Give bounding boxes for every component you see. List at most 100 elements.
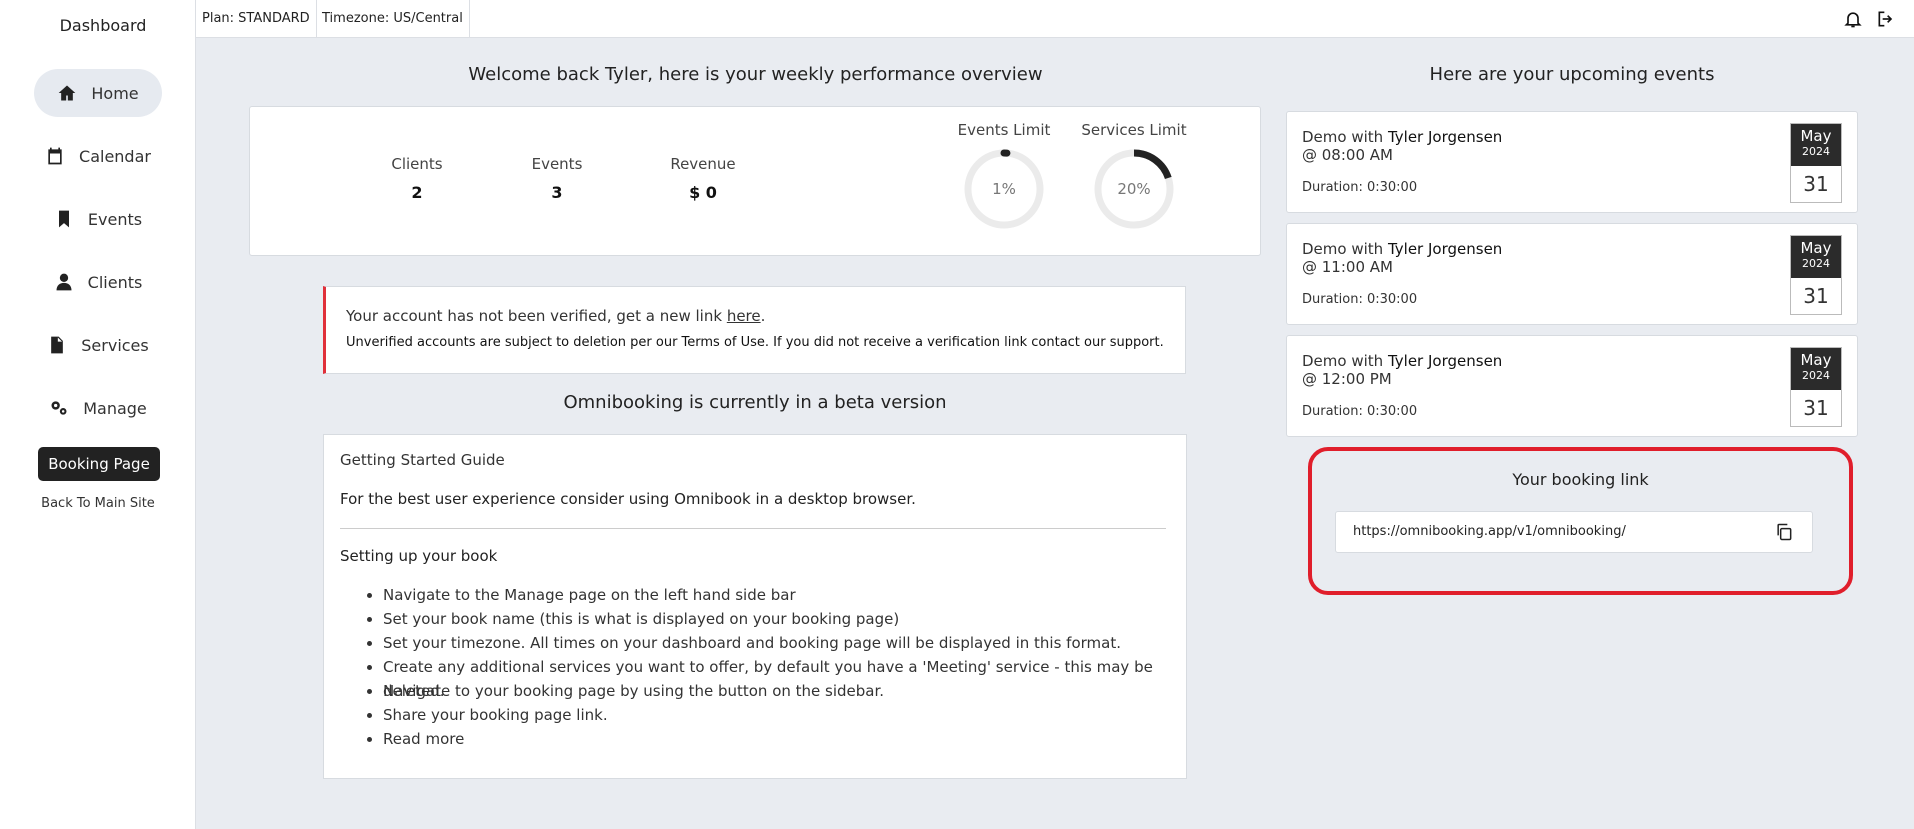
bookmark-icon [58, 210, 69, 228]
event-month: May [1800, 351, 1832, 369]
event-title: Demo with Tyler Jorgensen [1302, 240, 1502, 258]
event-title: Demo with Tyler Jorgensen [1302, 128, 1502, 146]
event-title: Demo with Tyler Jorgensen [1302, 352, 1502, 370]
copy-icon[interactable] [1774, 522, 1794, 542]
alert-text: Your account has not been verified, get … [346, 307, 723, 325]
event-duration: Duration: 0:30:00 [1302, 180, 1418, 195]
sidebar-item-events[interactable]: Events [34, 195, 162, 243]
event-client: Tyler Jorgensen [1387, 352, 1503, 370]
event-card[interactable]: Demo with Tyler Jorgensen @ 12:00 PM Dur… [1286, 335, 1858, 437]
guide-title: Getting Started Guide [340, 451, 505, 469]
event-client: Tyler Jorgensen [1387, 128, 1503, 146]
calendar-icon [48, 147, 62, 165]
event-year: 2024 [1802, 145, 1830, 158]
document-icon [51, 336, 64, 354]
booking-page-button[interactable]: Booking Page [38, 447, 160, 481]
event-day: 31 [1791, 166, 1841, 202]
event-time: @ 12:00 PM [1302, 370, 1392, 388]
event-year: 2024 [1802, 257, 1830, 270]
events-limit-gauge: 1% [962, 147, 1046, 231]
booking-link-url[interactable]: https://omnibooking.app/v1/omnibooking/ [1353, 524, 1626, 539]
timezone-label: Timezone: US/Central [316, 0, 470, 37]
sidebar-item-label: Calendar [79, 146, 151, 166]
limit-label: Events Limit [957, 121, 1051, 139]
event-year: 2024 [1802, 369, 1830, 382]
divider [340, 528, 1166, 529]
event-prefix: Demo with [1302, 352, 1384, 370]
sidebar-item-services[interactable]: Services [34, 321, 162, 369]
stat-label: Clients [391, 155, 443, 173]
events-heading: Here are your upcoming events [1429, 64, 1715, 85]
read-more-link[interactable]: Read more [383, 727, 1186, 751]
services-limit-gauge: 20% [1092, 147, 1176, 231]
event-day: 31 [1791, 278, 1841, 314]
stat-revenue: Revenue $ 0 [643, 155, 763, 202]
logout-icon[interactable] [1876, 9, 1896, 29]
alert-note: Unverified accounts are subject to delet… [346, 335, 1164, 350]
stat-events: Events 3 [497, 155, 617, 202]
sidebar-item-label: Clients [87, 272, 143, 292]
list-item: Create any additional services you want … [383, 655, 1186, 700]
sidebar-item-home[interactable]: Home [34, 69, 162, 117]
alert-message: Your account has not been verified, get … [346, 307, 765, 325]
overview-heading: Welcome back Tyler, here is your weekly … [468, 64, 1043, 85]
event-duration: Duration: 0:30:00 [1302, 292, 1418, 307]
plan-label: Plan: STANDARD [196, 0, 317, 37]
event-card[interactable]: Demo with Tyler Jorgensen @ 11:00 AM Dur… [1286, 223, 1858, 325]
event-month: May [1800, 127, 1832, 145]
event-duration: Duration: 0:30:00 [1302, 404, 1418, 419]
sidebar-item-label: Manage [83, 398, 147, 418]
beta-heading: Omnibooking is currently in a beta versi… [563, 392, 947, 413]
limit-label: Services Limit [1081, 121, 1187, 139]
back-to-main-site-link[interactable]: Back To Main Site [0, 496, 196, 511]
sidebar-title: Dashboard [59, 16, 147, 35]
guide-note: For the best user experience consider us… [340, 490, 916, 508]
event-time: @ 08:00 AM [1302, 146, 1393, 164]
event-prefix: Demo with [1302, 128, 1384, 146]
guide-steps: Navigate to the Manage page on the left … [383, 583, 1186, 751]
booking-link-field[interactable]: https://omnibooking.app/v1/omnibooking/ [1335, 511, 1813, 553]
new-link-link[interactable]: here [727, 307, 761, 325]
stat-label: Events [531, 155, 583, 173]
event-month: May [1800, 239, 1832, 257]
sidebar-item-calendar[interactable]: Calendar [34, 132, 162, 180]
guide-subheading: Setting up your book [340, 547, 498, 565]
sidebar: Dashboard Home Calendar Events Clients S… [0, 0, 196, 829]
stat-label: Revenue [670, 155, 736, 173]
verification-alert: Your account has not been verified, get … [323, 286, 1186, 374]
booking-link-panel: Your booking link https://omnibooking.ap… [1308, 447, 1853, 595]
sidebar-item-manage[interactable]: Manage [34, 384, 162, 432]
stat-value: $ 0 [689, 183, 717, 202]
events-limit: Events Limit 1% [949, 121, 1059, 231]
event-date: May 2024 31 [1790, 347, 1842, 427]
stat-clients: Clients 2 [357, 155, 477, 202]
alert-period: . [760, 307, 766, 325]
gears-icon [51, 401, 67, 415]
sidebar-item-label: Services [81, 335, 149, 355]
booking-link-label: Your booking link [1512, 470, 1649, 489]
list-item: Set your book name (this is what is disp… [383, 607, 1186, 631]
home-icon [59, 85, 76, 101]
list-item: Navigate to the Manage page on the left … [383, 583, 1186, 607]
event-card[interactable]: Demo with Tyler Jorgensen @ 08:00 AM Dur… [1286, 111, 1858, 213]
user-icon [56, 273, 72, 291]
event-client: Tyler Jorgensen [1387, 240, 1503, 258]
bell-icon[interactable] [1843, 9, 1863, 29]
sidebar-item-label: Events [87, 209, 143, 229]
services-limit: Services Limit 20% [1079, 121, 1189, 231]
gauge-value: 20% [1117, 180, 1151, 198]
sidebar-item-label: Home [91, 83, 139, 103]
event-day: 31 [1791, 390, 1841, 426]
event-date: May 2024 31 [1790, 123, 1842, 203]
list-item: Set your timezone. All times on your das… [383, 631, 1186, 655]
event-prefix: Demo with [1302, 240, 1384, 258]
list-item: Share your booking page link. [383, 703, 1186, 727]
event-date: May 2024 31 [1790, 235, 1842, 315]
gauge-value: 1% [992, 180, 1016, 198]
stat-value: 2 [411, 183, 423, 202]
sidebar-item-clients[interactable]: Clients [34, 258, 162, 306]
stat-value: 3 [551, 183, 563, 202]
event-time: @ 11:00 AM [1302, 258, 1393, 276]
topbar: Plan: STANDARD Timezone: US/Central [196, 0, 1914, 38]
getting-started-guide: Getting Started Guide For the best user … [323, 434, 1187, 779]
